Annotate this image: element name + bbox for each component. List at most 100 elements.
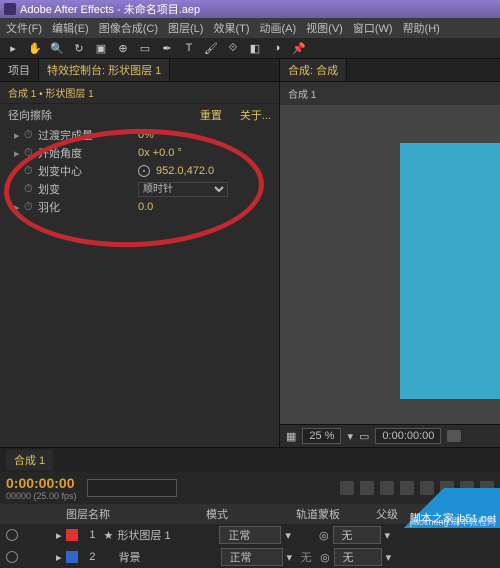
chevron-down-icon[interactable]: ▾ bbox=[386, 551, 392, 564]
timeline-tabs: 合成 1 bbox=[0, 448, 500, 472]
twirl-icon[interactable]: ▸ bbox=[14, 147, 24, 160]
blend-mode-dropdown[interactable]: 正常 bbox=[221, 548, 283, 566]
camera-icon[interactable] bbox=[447, 430, 461, 442]
prop-feather: ▸ ⏱ 羽化 0.0 bbox=[0, 198, 279, 216]
layer-index: 2 bbox=[82, 551, 96, 563]
stopwatch-icon[interactable]: ⏱ bbox=[24, 165, 38, 178]
parent-pickwhip-icon[interactable]: ◎ bbox=[320, 551, 330, 564]
prop-label: 羽化 bbox=[38, 199, 138, 215]
chevron-down-icon[interactable]: ▾ bbox=[385, 529, 391, 542]
menu-composition[interactable]: 图像合成(C) bbox=[99, 20, 158, 36]
col-mode: 模式 bbox=[206, 506, 276, 522]
watermark: 脚本之家 jb51.net jiaocheng.刷本教程网 bbox=[380, 488, 500, 528]
camera-tool-icon[interactable]: ▣ bbox=[94, 41, 108, 55]
puppet-tool-icon[interactable]: 📌 bbox=[292, 41, 306, 55]
watermark-subtext: jiaocheng.刷本教程网 bbox=[410, 515, 496, 528]
grid-icon[interactable]: ▦ bbox=[286, 430, 296, 443]
visibility-toggle-icon[interactable] bbox=[6, 551, 18, 563]
toolbar: ▸ ✋ 🔍 ↻ ▣ ⊕ ▭ ✒ T 🖌 ⟐ ◧ ◑ 📌 bbox=[0, 38, 500, 59]
eraser-tool-icon[interactable]: ◧ bbox=[248, 41, 262, 55]
prop-value[interactable]: 0% bbox=[138, 129, 154, 141]
prop-label: 划变中心 bbox=[38, 163, 138, 179]
stopwatch-icon[interactable]: ⏱ bbox=[24, 147, 38, 160]
roto-tool-icon[interactable]: ◑ bbox=[270, 41, 284, 55]
parent-dropdown[interactable]: 无 bbox=[334, 548, 382, 566]
brush-tool-icon[interactable]: 🖌 bbox=[204, 41, 218, 55]
menu-help[interactable]: 帮助(H) bbox=[403, 20, 440, 36]
crosshair-icon[interactable] bbox=[138, 165, 150, 177]
chevron-down-icon[interactable]: ▾ bbox=[347, 430, 353, 443]
menu-layer[interactable]: 图层(L) bbox=[168, 20, 203, 36]
zoom-tool-icon[interactable]: 🔍 bbox=[50, 41, 64, 55]
twirl-icon[interactable]: ▸ bbox=[56, 529, 62, 542]
effect-reset-button[interactable]: 重置 bbox=[200, 107, 222, 123]
blend-mode-dropdown[interactable]: 正常 bbox=[219, 526, 281, 544]
layer-row-2[interactable]: ▸ 2 背景 正常 ▾ 无 ◎ 无 ▾ bbox=[0, 546, 500, 568]
stopwatch-icon[interactable]: ⏱ bbox=[24, 201, 38, 214]
app-logo bbox=[4, 3, 16, 15]
visibility-toggle-icon[interactable] bbox=[6, 529, 18, 541]
parent-dropdown[interactable]: 无 bbox=[333, 526, 381, 544]
layer-index: 1 bbox=[82, 529, 96, 541]
comp-mini-flowchart-icon[interactable] bbox=[340, 481, 354, 495]
anchor-tool-icon[interactable]: ⊕ bbox=[116, 41, 130, 55]
layer-search-input[interactable] bbox=[87, 479, 177, 497]
menu-effect[interactable]: 效果(T) bbox=[213, 20, 249, 36]
menubar: 文件(F) 编辑(E) 图像合成(C) 图层(L) 效果(T) 动画(A) 视图… bbox=[0, 18, 500, 38]
shape-layer-preview bbox=[400, 143, 500, 399]
composition-panel: 合成: 合成 合成 1 ▦ 25 % ▾ ▭ 0:00:00:00 bbox=[280, 59, 500, 447]
effect-name[interactable]: 径向擦除 bbox=[8, 107, 182, 123]
fps-display: 00000 (25.00 fps) bbox=[6, 491, 77, 501]
composition-viewer[interactable] bbox=[280, 105, 500, 424]
tab-effect-controls[interactable]: 特效控制台: 形状图层 1 bbox=[39, 59, 170, 81]
twirl-icon[interactable]: ▸ bbox=[56, 551, 62, 564]
tab-composition[interactable]: 合成: 合成 bbox=[280, 59, 347, 81]
hand-tool-icon[interactable]: ✋ bbox=[28, 41, 42, 55]
effect-header: 径向擦除 重置 关于... bbox=[0, 104, 279, 126]
draft3d-icon[interactable] bbox=[360, 481, 374, 495]
viewer-footer: ▦ 25 % ▾ ▭ 0:00:00:00 bbox=[280, 424, 500, 447]
label-color-swatch[interactable] bbox=[66, 551, 78, 563]
prop-value[interactable]: 0x +0.0 ° bbox=[138, 147, 182, 159]
layer-name[interactable]: 形状图层 1 bbox=[117, 527, 215, 543]
twirl-icon[interactable]: ▸ bbox=[14, 129, 24, 142]
twirl-icon[interactable]: ▸ bbox=[14, 201, 24, 214]
left-tabs: 项目 特效控制台: 形状图层 1 bbox=[0, 59, 279, 82]
menu-file[interactable]: 文件(F) bbox=[6, 20, 42, 36]
current-timecode[interactable]: 0:00:00:00 bbox=[6, 475, 77, 491]
layer-name[interactable]: 背景 bbox=[119, 549, 217, 565]
chevron-down-icon[interactable]: ▾ bbox=[285, 529, 291, 542]
menu-animation[interactable]: 动画(A) bbox=[260, 20, 297, 36]
stopwatch-icon[interactable]: ⏱ bbox=[24, 129, 38, 142]
right-tabs: 合成: 合成 bbox=[280, 59, 500, 82]
tab-project[interactable]: 项目 bbox=[0, 59, 39, 81]
effect-about-button[interactable]: 关于... bbox=[240, 107, 271, 123]
clone-tool-icon[interactable]: ⟐ bbox=[226, 41, 240, 55]
rotate-tool-icon[interactable]: ↻ bbox=[72, 41, 86, 55]
main-area: 项目 特效控制台: 形状图层 1 合成 1 • 形状图层 1 径向擦除 重置 关… bbox=[0, 59, 500, 447]
col-layername: 图层名称 bbox=[66, 506, 186, 522]
trackmatte-dropdown[interactable]: 无 bbox=[296, 549, 316, 565]
chevron-down-icon[interactable]: ▾ bbox=[287, 551, 293, 564]
prop-dropdown[interactable]: 顺时针 bbox=[138, 182, 228, 197]
pen-tool-icon[interactable]: ✒ bbox=[160, 41, 174, 55]
selection-tool-icon[interactable]: ▸ bbox=[6, 41, 20, 55]
menu-edit[interactable]: 编辑(E) bbox=[52, 20, 89, 36]
type-tool-icon[interactable]: T bbox=[182, 41, 196, 55]
zoom-selector[interactable]: 25 % bbox=[302, 428, 341, 444]
col-switches bbox=[6, 506, 46, 522]
resolution-icon[interactable]: ▭ bbox=[359, 430, 369, 443]
stopwatch-icon[interactable]: ⏱ bbox=[24, 183, 38, 196]
menu-window[interactable]: 窗口(W) bbox=[353, 20, 393, 36]
footer-timecode[interactable]: 0:00:00:00 bbox=[375, 428, 441, 444]
menu-view[interactable]: 视图(V) bbox=[306, 20, 343, 36]
prop-start-angle: ▸ ⏱ 开始角度 0x +0.0 ° bbox=[0, 144, 279, 162]
label-color-swatch[interactable] bbox=[66, 529, 78, 541]
effect-breadcrumb: 合成 1 • 形状图层 1 bbox=[0, 82, 279, 104]
timeline-tab-comp1[interactable]: 合成 1 bbox=[6, 450, 53, 470]
parent-pickwhip-icon[interactable]: ◎ bbox=[319, 529, 329, 542]
prop-value[interactable]: 952.0,472.0 bbox=[156, 165, 214, 177]
shape-tool-icon[interactable]: ▭ bbox=[138, 41, 152, 55]
prop-wipe: ⏱ 划变 顺时针 bbox=[0, 180, 279, 198]
prop-value[interactable]: 0.0 bbox=[138, 201, 153, 213]
